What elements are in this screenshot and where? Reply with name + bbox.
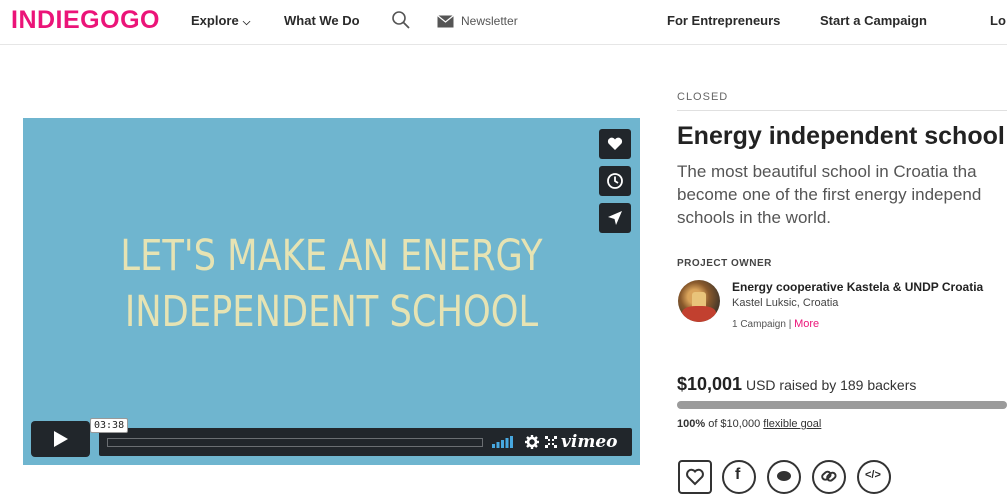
goal-info: 100% of $10,000 flexible goal xyxy=(677,418,821,430)
meta-separator: | xyxy=(788,319,792,330)
embed-button[interactable]: </> xyxy=(857,460,891,494)
funds-raised: $10,001 USD raised by 189 backers xyxy=(677,374,916,395)
project-owner-label: PROJECT OWNER xyxy=(677,258,772,269)
share-video-button[interactable] xyxy=(599,203,631,233)
tagline-line-2: become one of the first energy independ xyxy=(677,185,982,204)
divider xyxy=(677,110,1007,111)
tagline-line-1: The most beautiful school in Croatia tha xyxy=(677,162,977,181)
volume-icon[interactable] xyxy=(492,436,514,448)
owner-location: Kastel Luksic, Croatia xyxy=(732,297,839,309)
chevron-down-icon: ⌵ xyxy=(242,17,251,28)
tagline-line-3: schools in the world. xyxy=(677,208,832,227)
settings-gear-icon[interactable] xyxy=(525,435,539,449)
facebook-share-button[interactable]: f xyxy=(722,460,756,494)
play-button[interactable] xyxy=(31,421,90,457)
watch-later-button[interactable] xyxy=(599,166,631,196)
for-entrepreneurs-link[interactable]: For Entrepreneurs xyxy=(667,13,780,28)
raised-text: USD raised by 189 backers xyxy=(745,377,917,393)
video-player[interactable]: LET'S MAKE AN ENERGY INDEPENDENT SCHOOL xyxy=(23,118,640,465)
flexible-goal-link[interactable]: flexible goal xyxy=(763,418,821,430)
heart-icon xyxy=(607,137,623,150)
goal-amount: of $10,000 xyxy=(708,418,761,430)
fullscreen-icon[interactable] xyxy=(545,436,557,448)
vimeo-logo[interactable]: vimeo xyxy=(561,432,617,452)
follow-button[interactable] xyxy=(678,460,712,494)
top-navigation: INDIEGOGO Explore ⌵ What We Do Newsletter… xyxy=(0,0,1007,45)
facebook-icon: f xyxy=(735,466,741,483)
send-icon xyxy=(608,211,622,225)
twitter-icon xyxy=(777,471,791,481)
raised-amount: $10,001 xyxy=(677,374,743,394)
link-icon xyxy=(821,470,837,482)
twitter-share-button[interactable] xyxy=(767,460,801,494)
owner-meta: 1 Campaign | More xyxy=(732,318,819,330)
video-control-bar: vimeo xyxy=(99,428,632,456)
what-we-do-link[interactable]: What We Do xyxy=(284,13,360,28)
video-progress-track[interactable] xyxy=(107,438,483,447)
heart-outline-icon xyxy=(686,468,704,486)
search-icon[interactable] xyxy=(391,10,411,30)
campaign-status: CLOSED xyxy=(677,91,729,103)
video-text-line-1: LET'S MAKE AN ENERGY xyxy=(120,231,543,281)
funding-progress-fill xyxy=(677,401,1007,409)
owner-campaign-count: 1 Campaign xyxy=(732,319,786,330)
explore-label: Explore xyxy=(191,13,239,28)
funding-progress-bar xyxy=(677,401,1007,409)
video-text-line-2: INDEPENDENT SCHOOL xyxy=(124,287,539,337)
like-button[interactable] xyxy=(599,129,631,159)
goal-percent: 100% xyxy=(677,418,706,430)
campaign-tagline: The most beautiful school in Croatia tha… xyxy=(677,160,1007,229)
envelope-icon xyxy=(437,15,454,28)
copy-link-button[interactable] xyxy=(812,460,846,494)
campaign-title: Energy independent school xyxy=(677,122,1005,150)
owner-name[interactable]: Energy cooperative Kastela & UNDP Croati… xyxy=(732,280,983,294)
video-duration: 03:38 xyxy=(90,418,129,433)
video-title-card: LET'S MAKE AN ENERGY INDEPENDENT SCHOOL xyxy=(79,228,585,340)
explore-menu[interactable]: Explore ⌵ xyxy=(191,13,250,28)
owner-avatar[interactable] xyxy=(678,280,720,322)
indiegogo-logo[interactable]: INDIEGOGO xyxy=(11,6,160,35)
play-icon xyxy=(53,431,68,447)
start-campaign-link[interactable]: Start a Campaign xyxy=(820,13,927,28)
newsletter-link[interactable]: Newsletter xyxy=(461,14,518,28)
owner-more-link[interactable]: More xyxy=(794,318,819,330)
clock-icon xyxy=(607,173,623,189)
login-link[interactable]: Lo xyxy=(990,13,1006,28)
code-icon: </> xyxy=(865,469,881,481)
